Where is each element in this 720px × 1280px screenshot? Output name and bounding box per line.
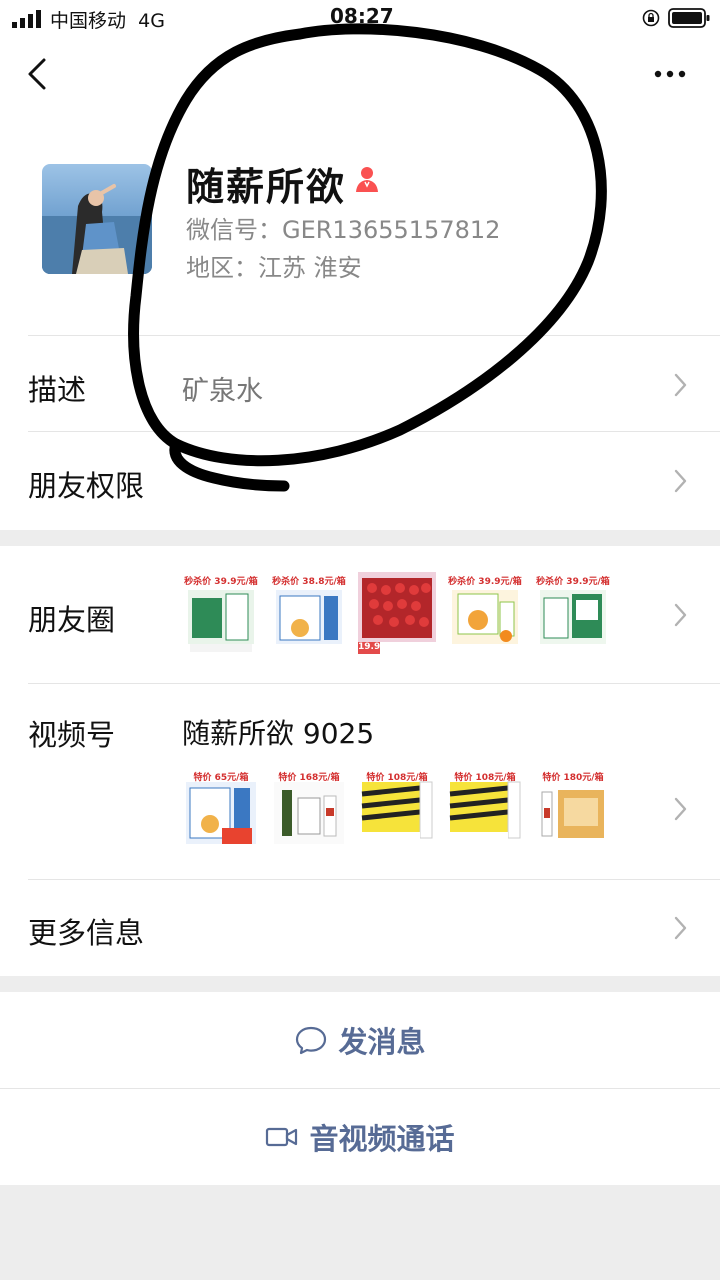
permissions-label: 朋友权限 [28, 469, 145, 503]
moments-label: 朋友圈 [28, 603, 116, 637]
more-icon[interactable] [650, 62, 690, 86]
description-label: 描述 [28, 373, 87, 407]
more-info-label: 更多信息 [28, 916, 145, 950]
female-icon [356, 167, 378, 192]
back-icon[interactable] [22, 54, 56, 94]
send-message-label: 发消息 [338, 1025, 426, 1059]
channels-label: 视频号 [28, 718, 116, 752]
moments-thumb[interactable]: 秒杀价 38.8元/箱 [270, 572, 348, 654]
orientation-lock-icon [642, 9, 660, 27]
video-call-button[interactable]: 音视频通话 [0, 1089, 720, 1185]
channels-thumbnails: 特价 65元/箱 特价 168元/箱 特价 108元/箱 特价 108元/箱 特… [182, 768, 612, 850]
channels-thumb[interactable]: 特价 65元/箱 [182, 768, 260, 850]
channels-name: 随薪所欲 9025 [182, 717, 375, 750]
description-row[interactable]: 描述 矿泉水 [0, 336, 720, 432]
video-camera-icon [266, 1127, 298, 1147]
wechat-id: 微信号：GER13655157812 [186, 216, 501, 244]
channels-row[interactable]: 视频号 随薪所欲 9025 特价 65元/箱 特价 168元/箱 特价 108元… [0, 684, 720, 880]
send-message-button[interactable]: 发消息 [0, 992, 720, 1088]
chevron-right-icon [674, 916, 687, 940]
avatar[interactable] [42, 164, 152, 274]
video-call-label: 音视频通话 [309, 1122, 455, 1156]
chevron-right-icon [674, 797, 687, 821]
status-bar: 中国移动 4G 08:27 [0, 0, 720, 40]
channels-thumb[interactable]: 特价 108元/箱 [446, 768, 524, 850]
chevron-right-icon [674, 603, 687, 627]
region: 地区：江苏 淮安 [186, 254, 362, 282]
nickname: 随薪所欲 [186, 165, 347, 209]
moments-thumb[interactable]: 秒杀价 39.9元/箱 [182, 572, 260, 654]
channels-thumb[interactable]: 特价 168元/箱 [270, 768, 348, 850]
top-nav [0, 40, 720, 110]
more-info-row[interactable]: 更多信息 [0, 880, 720, 976]
clock: 08:27 [330, 4, 394, 28]
moments-thumb[interactable]: 秒杀价 39.9元/箱 [534, 572, 612, 654]
description-value: 矿泉水 [182, 376, 263, 407]
moments-thumb[interactable]: 19.9 [358, 572, 436, 654]
moments-thumb[interactable]: 秒杀价 39.9元/箱 [446, 572, 524, 654]
chat-bubble-icon [296, 1026, 327, 1055]
signal-icon [12, 10, 41, 28]
channels-thumb[interactable]: 特价 180元/箱 [534, 768, 612, 850]
moments-thumbnails: 秒杀价 39.9元/箱 秒杀价 38.8元/箱 19.9 秒杀价 39.9元/箱… [182, 572, 612, 654]
permissions-row[interactable]: 朋友权限 [0, 432, 720, 530]
battery-icon [668, 8, 710, 28]
chevron-right-icon [674, 469, 687, 493]
moments-row[interactable]: 朋友圈 秒杀价 39.9元/箱 秒杀价 38.8元/箱 19.9 秒杀价 39.… [0, 546, 720, 684]
channels-thumb[interactable]: 特价 108元/箱 [358, 768, 436, 850]
carrier-label: 中国移动 4G [50, 10, 165, 32]
chevron-right-icon [674, 373, 687, 397]
profile-header: 随薪所欲 微信号：GER13655157812 地区：江苏 淮安 [0, 110, 720, 336]
